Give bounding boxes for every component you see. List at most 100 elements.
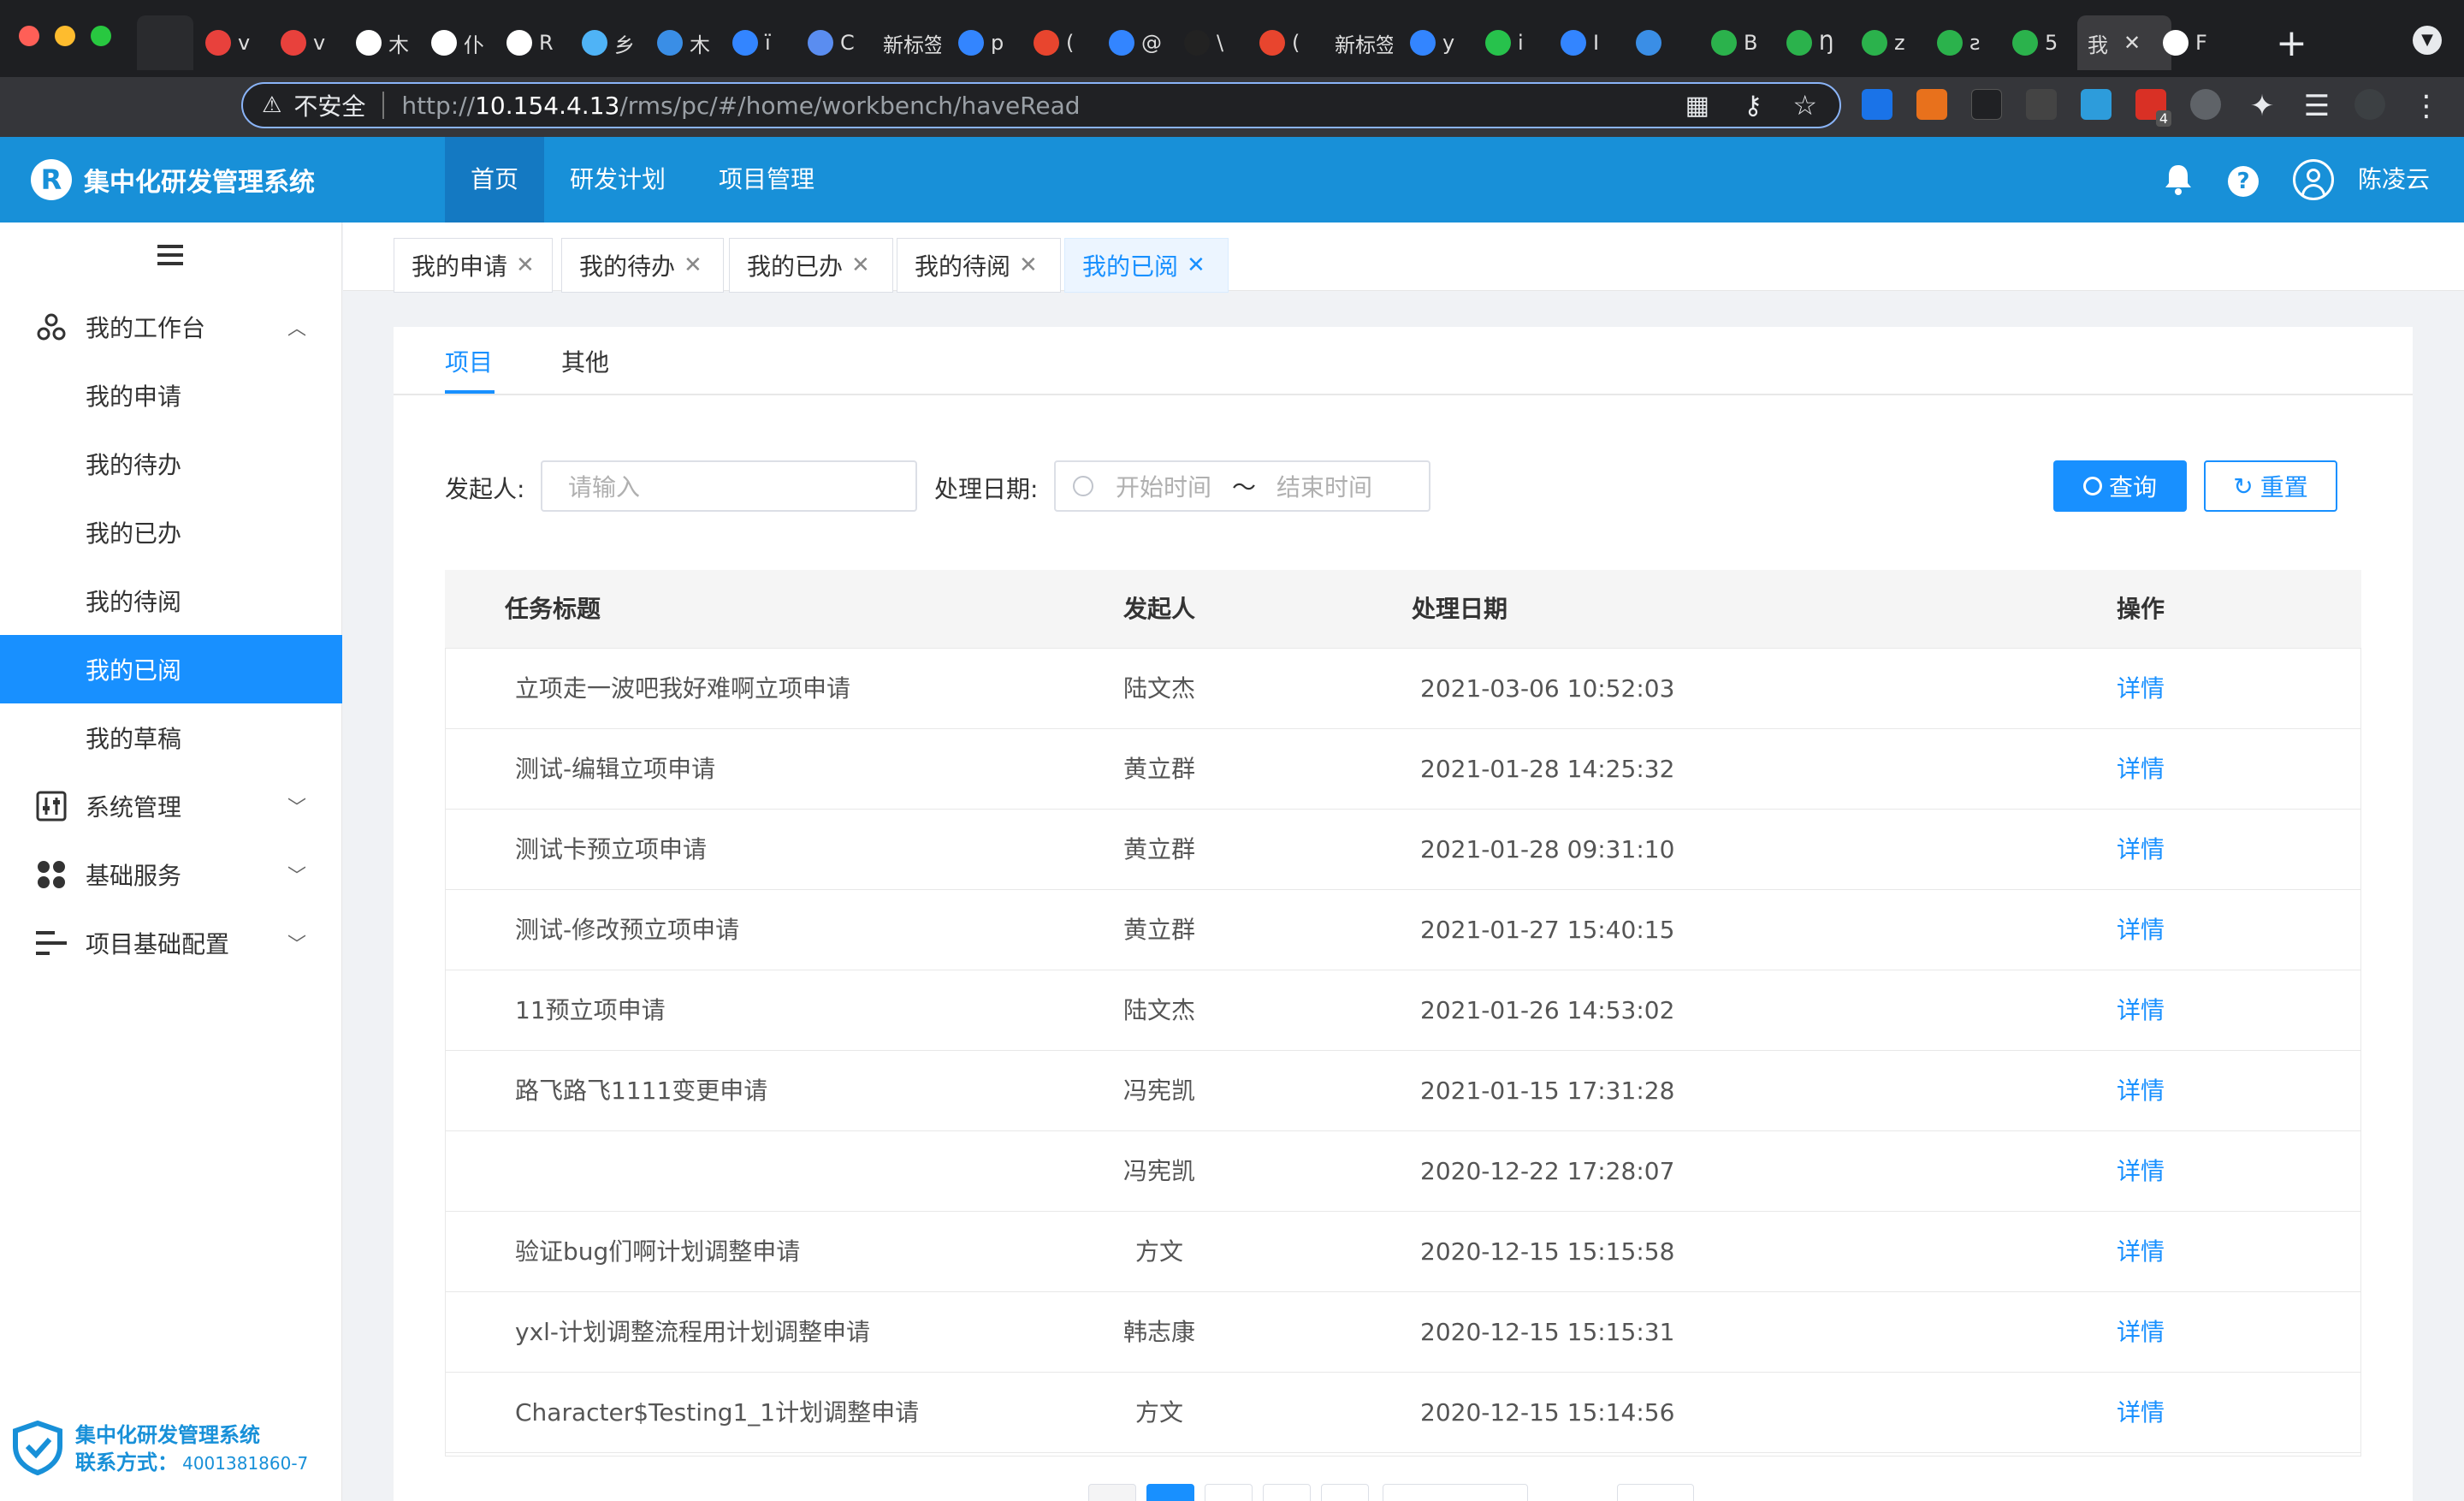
browser-tab[interactable]: I: [1550, 15, 1619, 70]
browser-tab[interactable]: 新标签: [1324, 15, 1393, 70]
reset-button[interactable]: ↻ 重置: [2204, 460, 2337, 512]
initiator-input[interactable]: 请输入: [541, 460, 917, 512]
browser-tab[interactable]: F: [2153, 15, 2221, 70]
tag-my-done[interactable]: 我的已办 ✕: [729, 238, 893, 293]
browser-tab[interactable]: C: [797, 15, 866, 70]
sidebar-item-my-read[interactable]: 我的已阅: [0, 635, 342, 703]
browser-tab[interactable]: z: [1851, 15, 1920, 70]
row-detail-link[interactable]: 详情: [2098, 1373, 2183, 1453]
collapse-menu-icon[interactable]: [157, 245, 183, 265]
close-tab-icon[interactable]: ✕: [2123, 31, 2141, 55]
sidebar-item-my-done[interactable]: 我的已办: [0, 498, 342, 567]
app-logo[interactable]: R 集中化研发管理系统: [31, 154, 315, 205]
row-detail-link[interactable]: 详情: [2098, 649, 2183, 729]
nav-dev-plan[interactable]: 研发计划: [544, 137, 691, 222]
key-icon[interactable]: ⚷: [1744, 91, 1762, 121]
browser-tab[interactable]: @: [1099, 15, 1167, 70]
browser-tab[interactable]: p: [948, 15, 1016, 70]
browser-tab[interactable]: 乡: [572, 15, 640, 70]
reading-list-icon[interactable]: ☰: [2300, 89, 2334, 123]
row-detail-link[interactable]: 详情: [2098, 970, 2183, 1051]
tab-search-icon[interactable]: ▼: [2413, 26, 2442, 55]
help-icon[interactable]: ?: [2228, 166, 2259, 197]
qr-code-icon[interactable]: ▦: [1685, 91, 1709, 121]
close-window-button[interactable]: [19, 26, 39, 46]
browser-menu-icon[interactable]: ⋮: [2409, 89, 2443, 123]
next-page-button[interactable]: [1321, 1484, 1369, 1501]
sidebar-group-project-config[interactable]: 项目基础配置 ﹀: [0, 909, 342, 977]
extension-s-icon[interactable]: [1862, 89, 1892, 120]
browser-tab[interactable]: 新标签: [873, 15, 941, 70]
close-icon[interactable]: ✕: [851, 252, 870, 278]
sidebar-item-my-applications[interactable]: 我的申请: [0, 361, 342, 430]
minimize-window-button[interactable]: [55, 26, 75, 46]
maximize-window-button[interactable]: [91, 26, 111, 46]
page-1-button[interactable]: [1146, 1484, 1194, 1501]
sidebar-item-my-todo[interactable]: 我的待办: [0, 430, 342, 498]
browser-tab[interactable]: (: [1249, 15, 1318, 70]
tab-project[interactable]: 项目: [445, 344, 493, 378]
browser-tab[interactable]: (: [1023, 15, 1092, 70]
tag-my-applications[interactable]: 我的申请 ✕: [394, 238, 553, 293]
jump-page-input[interactable]: [1617, 1484, 1694, 1501]
sidebar-group-workbench[interactable]: 我的工作台 ︿: [0, 293, 342, 361]
browser-tab[interactable]: v: [195, 15, 264, 70]
browser-tab-blank[interactable]: [137, 15, 193, 70]
query-button[interactable]: 查询: [2053, 460, 2187, 512]
close-icon[interactable]: ✕: [516, 252, 535, 278]
browser-tab[interactable]: 木: [346, 15, 414, 70]
extensions-puzzle-icon[interactable]: ✦: [2245, 89, 2279, 123]
close-icon[interactable]: ✕: [1019, 252, 1038, 278]
address-bar[interactable]: ⚠ 不安全 http:// 10.154.4.13 /rms/pc/#/home…: [241, 82, 1841, 128]
nav-project-management[interactable]: 项目管理: [693, 137, 840, 222]
row-detail-link[interactable]: 详情: [2098, 1292, 2183, 1373]
sidebar-group-basic-services[interactable]: 基础服务 ﹀: [0, 840, 342, 909]
row-detail-link[interactable]: 详情: [2098, 1051, 2183, 1131]
row-detail-link[interactable]: 详情: [2098, 890, 2183, 970]
extension-gray-icon[interactable]: [2026, 89, 2057, 120]
bookmark-star-icon[interactable]: ☆: [1792, 89, 1817, 122]
browser-tab[interactable]: y: [1400, 15, 1468, 70]
browser-tab[interactable]: ï: [722, 15, 791, 70]
browser-tab[interactable]: B: [1701, 15, 1769, 70]
user-avatar-icon[interactable]: [2293, 159, 2334, 200]
browser-tab[interactable]: i: [1475, 15, 1543, 70]
page-2-button[interactable]: [1205, 1484, 1253, 1501]
browser-tab[interactable]: [1626, 15, 1694, 70]
browser-tab[interactable]: R: [496, 15, 565, 70]
nav-home[interactable]: 首页: [445, 137, 545, 222]
tag-my-to-read[interactable]: 我的待阅 ✕: [897, 238, 1061, 293]
browser-tab[interactable]: 仆: [421, 15, 489, 70]
end-date-placeholder[interactable]: 结束时间: [1276, 469, 1372, 503]
date-range-picker[interactable]: 开始时间 ～ 结束时间: [1054, 460, 1430, 512]
row-detail-link[interactable]: 详情: [2098, 1131, 2183, 1212]
browser-tab[interactable]: \: [1174, 15, 1242, 70]
browser-tab[interactable]: Ŋ: [1776, 15, 1845, 70]
browser-tab[interactable]: 木: [647, 15, 715, 70]
page-3-button[interactable]: [1263, 1484, 1311, 1501]
tag-my-read[interactable]: 我的已阅 ✕: [1064, 238, 1229, 293]
user-name[interactable]: 陈凌云: [2358, 163, 2430, 197]
sidebar-item-my-drafts[interactable]: 我的草稿: [0, 703, 342, 772]
extension-x-icon[interactable]: [1971, 89, 2002, 120]
notification-bell-icon[interactable]: [2163, 163, 2194, 197]
sidebar-group-system-management[interactable]: 系统管理 ﹀: [0, 772, 342, 840]
browser-tab[interactable]: v: [270, 15, 339, 70]
row-detail-link[interactable]: 详情: [2098, 729, 2183, 810]
extension-badge-icon[interactable]: 4: [2135, 89, 2171, 127]
close-icon[interactable]: ✕: [684, 252, 702, 278]
extension-shield-icon[interactable]: [2190, 89, 2221, 120]
tab-other[interactable]: 其他: [561, 344, 609, 378]
close-icon[interactable]: ✕: [1187, 252, 1205, 278]
sidebar-item-my-to-read[interactable]: 我的待阅: [0, 567, 342, 635]
browser-tab[interactable]: 5: [2002, 15, 2070, 70]
row-detail-link[interactable]: 详情: [2098, 810, 2183, 890]
browser-tab[interactable]: ƨ: [1927, 15, 1995, 70]
prev-page-button[interactable]: [1088, 1484, 1136, 1501]
new-tab-button[interactable]: +: [2276, 21, 2307, 67]
start-date-placeholder[interactable]: 开始时间: [1116, 469, 1211, 503]
extension-calc-icon[interactable]: [1916, 89, 1947, 120]
row-detail-link[interactable]: 详情: [2098, 1212, 2183, 1292]
page-size-select[interactable]: [1383, 1484, 1528, 1501]
extension-download-icon[interactable]: [2081, 89, 2112, 120]
